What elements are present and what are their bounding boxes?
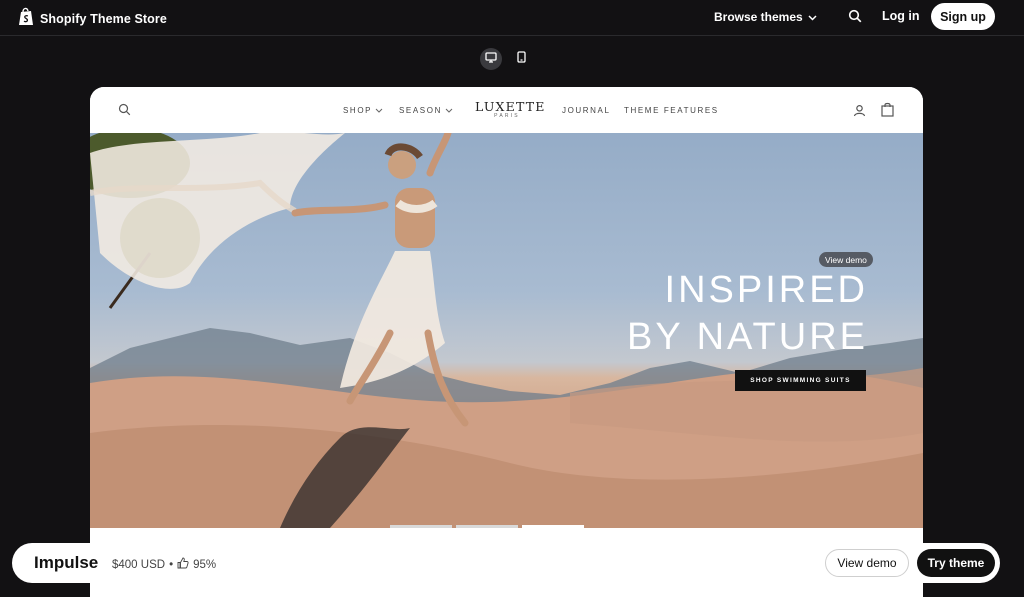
cart-icon[interactable]: [881, 102, 894, 122]
brand-name: Shopify Theme Store: [40, 12, 167, 26]
desktop-icon: [485, 50, 497, 68]
nav-season[interactable]: SEASON: [399, 106, 453, 115]
meta-separator: •: [169, 558, 174, 571]
slide-indicator-1[interactable]: [390, 525, 452, 528]
theme-name: Impulse: [34, 553, 99, 572]
nav-theme-features[interactable]: THEME FEATURES: [624, 106, 719, 115]
shopify-bag-icon: [18, 7, 34, 31]
browse-themes-menu[interactable]: Browse themes: [714, 10, 817, 24]
nav-shop-label: SHOP: [343, 106, 373, 115]
slide-indicator-3[interactable]: [522, 525, 584, 528]
theme-info-bar: Impulse $400 USD • 95% View demo Try the…: [12, 543, 1000, 583]
login-link[interactable]: Log in: [882, 9, 920, 23]
theme-rating: 95%: [193, 558, 217, 571]
mobile-view-button[interactable]: [510, 48, 532, 70]
slideshow-indicators: [390, 525, 584, 528]
try-theme-button[interactable]: Try theme: [917, 549, 995, 577]
view-demo-button[interactable]: View demo: [825, 549, 909, 577]
view-demo-badge[interactable]: View demo: [819, 252, 873, 267]
theme-price: $400 USD: [112, 558, 166, 571]
slide-indicator-2[interactable]: [456, 525, 518, 528]
device-toggle: [480, 48, 532, 70]
store-logo[interactable]: LUXETTE PARIS: [475, 99, 546, 120]
thumbs-up-icon: [177, 557, 189, 572]
nav-shop[interactable]: SHOP: [343, 106, 383, 115]
desktop-view-button[interactable]: [480, 48, 502, 70]
store-logo-sub: PARIS: [494, 113, 520, 119]
chevron-down-icon: [375, 106, 383, 115]
nav-season-label: SEASON: [399, 106, 442, 115]
chevron-down-icon: [445, 106, 453, 115]
nav-journal[interactable]: JOURNAL: [562, 106, 611, 115]
browse-themes-label: Browse themes: [714, 10, 803, 24]
shopify-brand[interactable]: Shopify Theme Store: [18, 7, 167, 31]
account-icon[interactable]: [853, 104, 866, 122]
theme-meta: $400 USD • 95%: [112, 557, 216, 572]
hero-headline-line2: BY NATURE: [627, 316, 868, 358]
store-header: SHOP SEASON LUXETTE PARIS JOURNAL THEME …: [90, 87, 923, 133]
hero-banner: View demo INSPIRED BY NATURE SHOP SWIMMI…: [90, 133, 923, 528]
mobile-icon: [516, 50, 526, 68]
hero-headline-line1: INSPIRED: [664, 269, 868, 311]
chevron-down-icon: [808, 10, 817, 24]
store-logo-main: LUXETTE: [475, 99, 546, 114]
shop-swimming-suits-button[interactable]: SHOP SWIMMING SUITS: [735, 370, 866, 391]
store-search-icon[interactable]: [118, 103, 131, 121]
theme-preview-frame: SHOP SEASON LUXETTE PARIS JOURNAL THEME …: [90, 87, 923, 597]
search-icon[interactable]: [848, 9, 862, 28]
signup-button[interactable]: Sign up: [931, 3, 995, 30]
top-bar: Shopify Theme Store Browse themes Log in…: [0, 0, 1024, 36]
